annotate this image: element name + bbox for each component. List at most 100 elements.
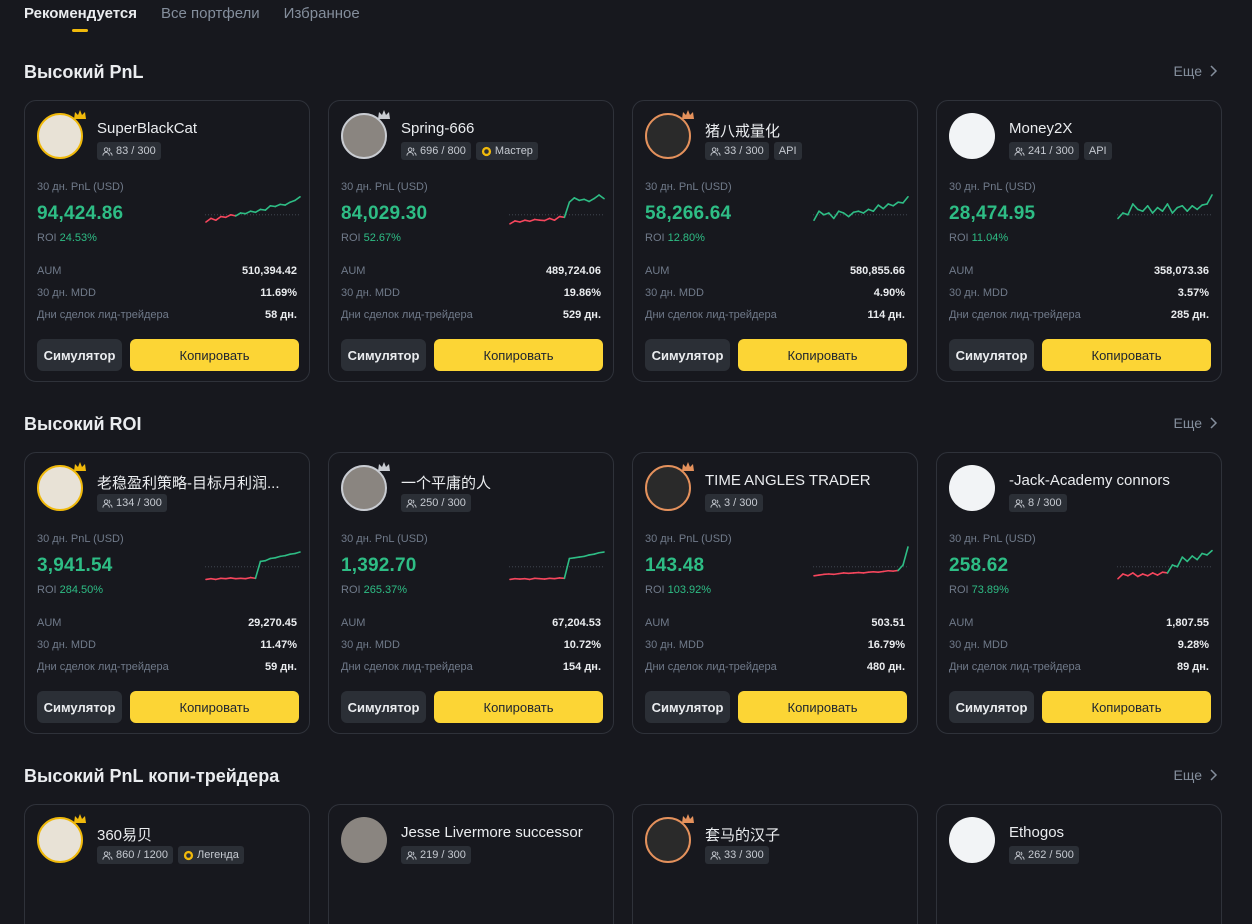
sparkline-segment <box>555 217 560 221</box>
simulator-button[interactable]: Симулятор <box>37 339 122 371</box>
simulator-button[interactable]: Симулятор <box>37 691 122 723</box>
days-value: 480 дн. <box>867 661 905 673</box>
pnl-sparkline <box>205 193 301 233</box>
aum-label: AUM <box>645 617 669 629</box>
mdd-label: 30 дн. MDD <box>37 639 96 651</box>
simulator-button[interactable]: Симулятор <box>949 339 1034 371</box>
mdd-value: 3.57% <box>1178 287 1209 299</box>
avatar[interactable] <box>949 817 995 863</box>
trader-name[interactable]: Jesse Livermore successor <box>401 824 583 841</box>
see-more-link[interactable]: Еще <box>1174 63 1219 79</box>
sparkline-segment <box>1192 206 1197 210</box>
mdd-value: 9.28% <box>1178 639 1209 651</box>
chevron-right-icon <box>1208 769 1218 781</box>
simulator-button[interactable]: Симулятор <box>341 339 426 371</box>
tag-label: Мастер <box>495 144 533 158</box>
trader-name[interactable]: 猪八戒量化 <box>705 120 780 141</box>
tag-label: Легенда <box>197 848 239 862</box>
sparkline-segment <box>246 211 251 214</box>
mdd-value: 19.86% <box>564 287 601 299</box>
avatar[interactable] <box>949 113 995 159</box>
followers-count: 262 / 500 <box>1028 848 1074 862</box>
followers-count: 219 / 300 <box>420 848 466 862</box>
sparkline-segment <box>1197 553 1202 559</box>
pnl-sparkline <box>813 545 909 585</box>
chevron-right-icon <box>1208 65 1218 77</box>
sparkline-segment <box>814 211 819 220</box>
simulator-button[interactable]: Симулятор <box>645 339 730 371</box>
sparkline-segment <box>265 206 270 210</box>
trader-card: 猪八戒量化33 / 300API30 дн. PnL (USD)58,266.6… <box>632 100 918 382</box>
simulator-button[interactable]: Симулятор <box>949 691 1034 723</box>
trader-badges: 8 / 300 <box>1009 494 1067 512</box>
followers-count: 696 / 800 <box>420 144 466 158</box>
tab-all-portfolios[interactable]: Все портфели <box>161 0 260 32</box>
days-label: Дни сделок лид-трейдера <box>949 309 1081 321</box>
tab-label: Рекомендуется <box>24 5 137 22</box>
trader-badges: 250 / 300 <box>401 494 471 512</box>
sparkline-segment <box>898 565 903 570</box>
mdd-label: 30 дн. MDD <box>949 639 1008 651</box>
trader-name[interactable]: Money2X <box>1009 120 1072 137</box>
copy-button[interactable]: Копировать <box>1042 691 1211 723</box>
mdd-label: 30 дн. MDD <box>341 287 400 299</box>
sparkline-segment <box>275 204 280 206</box>
trader-badges: 241 / 300API <box>1009 142 1112 160</box>
pnl-label: 30 дн. PnL (USD) <box>37 181 124 193</box>
sparkline-segment <box>599 195 604 199</box>
copy-button[interactable]: Копировать <box>130 691 299 723</box>
trader-name[interactable]: 老稳盈利策略-目标月利润... <box>97 472 280 493</box>
pnl-value: 258.62 <box>949 555 1008 577</box>
see-more-link[interactable]: Еще <box>1174 767 1219 783</box>
roi-label: ROI <box>37 232 60 244</box>
crown-icon <box>377 461 391 473</box>
tag-badge: Легенда <box>178 846 244 864</box>
aum-value: 29,270.45 <box>248 617 297 629</box>
aum-label: AUM <box>949 617 973 629</box>
roi-line: ROI 12.80% <box>645 232 705 244</box>
sparkline-segment <box>1133 204 1138 209</box>
sparkline-segment <box>893 202 898 206</box>
sparkline-segment <box>265 559 270 561</box>
copy-button[interactable]: Копировать <box>434 691 603 723</box>
roi-label: ROI <box>645 232 668 244</box>
copy-button[interactable]: Копировать <box>738 691 907 723</box>
sparkline-segment <box>1167 204 1172 213</box>
pnl-sparkline <box>205 545 301 585</box>
sparkline-segment <box>236 213 241 216</box>
trader-name[interactable]: SuperBlackCat <box>97 120 197 137</box>
tab-favorites[interactable]: Избранное <box>284 0 360 32</box>
tab-recommended[interactable]: Рекомендуется <box>24 0 137 32</box>
sparkline-segment <box>1148 206 1153 213</box>
sparkline-segment <box>216 217 221 221</box>
trader-name[interactable]: -Jack-Academy connors <box>1009 472 1170 489</box>
users-icon <box>710 850 721 861</box>
days-label: Дни сделок лид-трейдера <box>341 309 473 321</box>
simulator-button[interactable]: Симулятор <box>645 691 730 723</box>
avatar[interactable] <box>341 817 387 863</box>
see-more-label: Еще <box>1174 63 1203 79</box>
days-value: 58 дн. <box>265 309 297 321</box>
copy-button[interactable]: Копировать <box>1042 339 1211 371</box>
copy-button[interactable]: Копировать <box>130 339 299 371</box>
copy-button[interactable]: Копировать <box>434 339 603 371</box>
sparkline-segment <box>1158 572 1163 575</box>
trader-name[interactable]: 360易贝 <box>97 824 152 845</box>
mdd-label: 30 дн. MDD <box>341 639 400 651</box>
mdd-label: 30 дн. MDD <box>645 639 704 651</box>
copy-button[interactable]: Копировать <box>738 339 907 371</box>
simulator-button[interactable]: Симулятор <box>341 691 426 723</box>
followers-count: 33 / 300 <box>724 144 764 158</box>
trader-name[interactable]: Ethogos <box>1009 824 1064 841</box>
trader-name[interactable]: TIME ANGLES TRADER <box>705 472 871 489</box>
roi-line: ROI 52.67% <box>341 232 401 244</box>
trader-card: Money2X241 / 300API30 дн. PnL (USD)28,47… <box>936 100 1222 382</box>
avatar[interactable] <box>949 465 995 511</box>
trader-name[interactable]: 一个平庸的人 <box>401 472 491 493</box>
roi-value: 12.80% <box>668 232 705 244</box>
sparkline-segment <box>819 211 824 215</box>
see-more-link[interactable]: Еще <box>1174 415 1219 431</box>
trader-name[interactable]: Spring-666 <box>401 120 474 137</box>
trader-badges: 3 / 300 <box>705 494 763 512</box>
trader-name[interactable]: 套马的汉子 <box>705 824 780 845</box>
